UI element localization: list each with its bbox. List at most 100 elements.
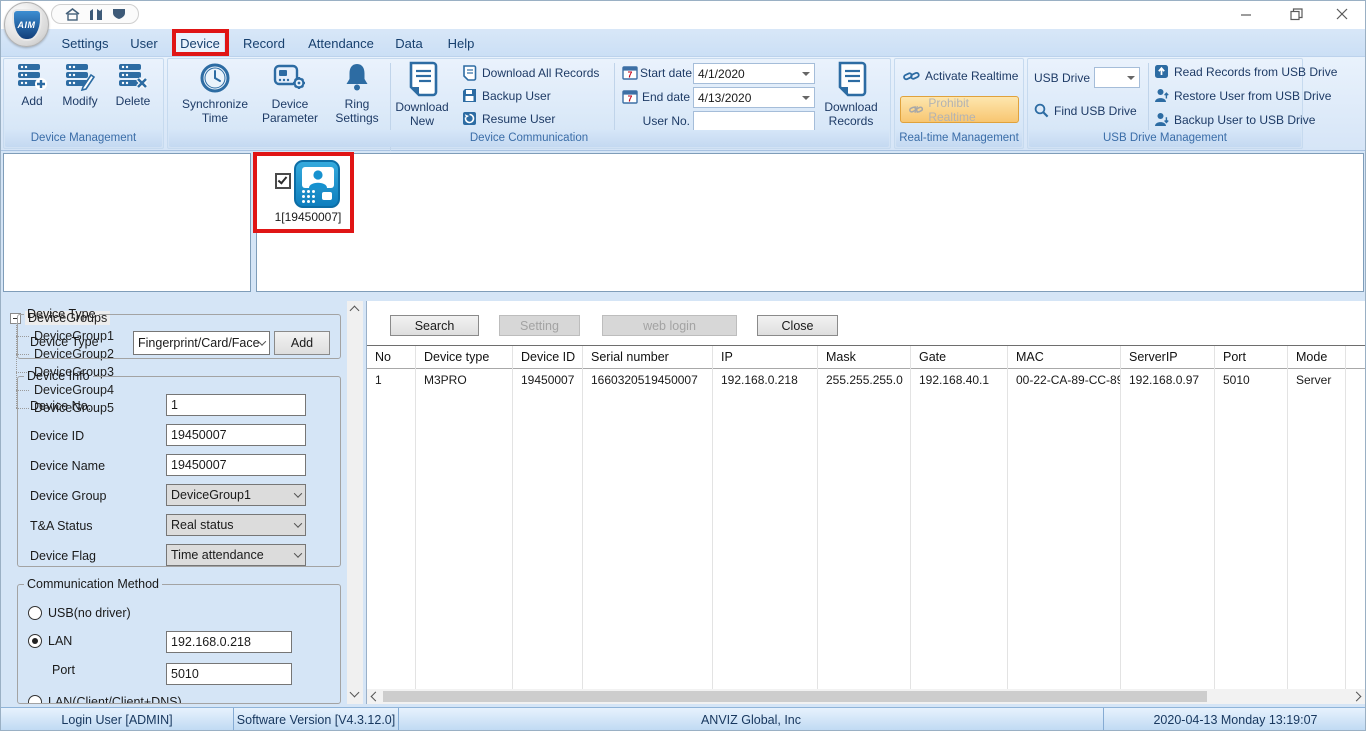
radio-lan-label: LAN	[48, 634, 72, 648]
radio-usb[interactable]	[28, 606, 42, 620]
col-gate[interactable]: Gate	[911, 346, 1007, 369]
device-no-input[interactable]	[166, 394, 306, 416]
download-all-records-button[interactable]: Download All Records	[462, 65, 599, 81]
tab-settings[interactable]: Settings	[55, 32, 115, 55]
minimize-button[interactable]	[1233, 3, 1259, 25]
table-horizontal-scrollbar[interactable]	[367, 689, 1366, 704]
synchronize-time-button[interactable]: Synchronize Time	[178, 62, 252, 125]
restore-user-usb-button[interactable]: Restore User from USB Drive	[1154, 88, 1331, 103]
end-date-combo[interactable]: 4/13/2020	[693, 87, 815, 108]
col-device-type[interactable]: Device type	[416, 346, 512, 369]
device-parameter-button[interactable]: Device Parameter	[252, 62, 328, 125]
radio-lan-client[interactable]	[28, 695, 42, 704]
tab-attendance[interactable]: Attendance	[306, 32, 376, 55]
scroll-up-icon[interactable]	[350, 306, 360, 316]
app-logo[interactable]: AIM	[4, 2, 49, 47]
device-type-group-title: Device Type	[24, 307, 99, 321]
tab-user[interactable]: User	[123, 32, 165, 55]
home-icon[interactable]	[65, 8, 80, 21]
scroll-left-icon[interactable]	[371, 692, 381, 702]
cell-mac[interactable]: 00-22-CA-89-CC-89	[1008, 369, 1120, 391]
quick-access-toolbar	[51, 4, 139, 24]
col-device-id[interactable]: Device ID	[513, 346, 582, 369]
restore-button[interactable]	[1283, 3, 1309, 25]
backup-user-usb-button[interactable]: Backup User to USB Drive	[1154, 112, 1315, 127]
radio-usb-label: USB(no driver)	[48, 606, 131, 620]
setting-button[interactable]: Setting	[499, 315, 580, 336]
search-button[interactable]: Search	[390, 315, 479, 336]
chevron-down-icon	[294, 489, 302, 497]
ribbon: Add Modify Delete Device Management Sync…	[1, 57, 1366, 151]
shield-icon[interactable]	[112, 8, 126, 20]
group-device-communication: Synchronize Time Device Parameter Ring S…	[167, 58, 891, 149]
modify-label: Modify	[62, 94, 97, 108]
col-serial-number[interactable]: Serial number	[583, 346, 712, 369]
web-login-button[interactable]: web login	[602, 315, 737, 336]
delete-device-button[interactable]: Delete	[110, 63, 156, 108]
port-input[interactable]	[166, 663, 292, 685]
usb-drive-combo[interactable]	[1094, 67, 1140, 88]
cell-ip[interactable]: 192.168.0.218	[713, 369, 817, 391]
device-info-group-title: Device Info	[24, 369, 93, 383]
device-flag-select[interactable]: Time attendance	[166, 544, 306, 566]
prohibit-realtime-button[interactable]: Prohibit Realtime	[900, 96, 1019, 123]
tab-help[interactable]: Help	[441, 32, 481, 55]
cell-device-id[interactable]: 19450007	[513, 369, 582, 391]
close-icon[interactable]	[1329, 3, 1355, 25]
find-usb-drive-button[interactable]: Find USB Drive	[1034, 103, 1137, 118]
col-ip[interactable]: IP	[713, 346, 817, 369]
group-title-device-communication: Device Communication	[169, 130, 889, 147]
read-records-usb-label: Read Records from USB Drive	[1174, 65, 1337, 79]
device-group-select[interactable]: DeviceGroup1	[166, 484, 306, 506]
close-button[interactable]: Close	[757, 315, 838, 336]
ta-status-select[interactable]: Real status	[166, 514, 306, 536]
activate-realtime-button[interactable]: Activate Realtime	[903, 69, 1018, 83]
col-port[interactable]: Port	[1215, 346, 1287, 369]
add-device-button[interactable]: Add	[12, 63, 52, 108]
server-add-icon	[17, 63, 47, 91]
radio-lan[interactable]	[28, 634, 42, 648]
cell-no[interactable]: 1	[367, 369, 415, 391]
svg-text:7: 7	[628, 70, 633, 80]
read-records-usb-button[interactable]: Read Records from USB Drive	[1154, 64, 1337, 79]
device-type-add-button[interactable]: Add	[274, 331, 330, 355]
user-no-input[interactable]	[693, 111, 815, 132]
group-device-management: Add Modify Delete Device Management	[3, 58, 164, 149]
download-records-button[interactable]: Download Records	[819, 61, 883, 128]
col-mask[interactable]: Mask	[818, 346, 910, 369]
activate-realtime-label: Activate Realtime	[925, 69, 1018, 83]
ring-settings-button[interactable]: Ring Settings	[328, 62, 386, 125]
device-id-input[interactable]	[166, 424, 306, 446]
col-serverip[interactable]: ServerIP	[1121, 346, 1214, 369]
col-no[interactable]: No	[367, 346, 415, 369]
lan-ip-input[interactable]	[166, 631, 292, 653]
device-type-select[interactable]: Fingerprint/Card/Face	[133, 331, 270, 355]
start-date-combo[interactable]: 4/1/2020	[693, 63, 815, 84]
tab-device[interactable]: Device	[176, 32, 224, 55]
modify-device-button[interactable]: Modify	[56, 63, 104, 108]
cell-device-type[interactable]: M3PRO	[416, 369, 512, 391]
device-item-label[interactable]: 1[19450007]	[265, 210, 351, 224]
cell-gate[interactable]: 192.168.40.1	[911, 369, 1007, 391]
cell-port[interactable]: 5010	[1215, 369, 1287, 391]
cell-mode[interactable]: Server	[1288, 369, 1345, 391]
col-mac[interactable]: MAC	[1008, 346, 1120, 369]
cell-mask[interactable]: 255.255.255.0	[818, 369, 910, 391]
device-terminal-icon[interactable]	[294, 160, 340, 208]
col-mode[interactable]: Mode	[1288, 346, 1345, 369]
scrollbar-thumb[interactable]	[383, 691, 1207, 702]
device-group-label: Device Group	[30, 489, 106, 503]
people-icon[interactable]	[89, 8, 103, 21]
status-software-version: Software Version [V4.3.12.0]	[234, 708, 399, 731]
scroll-down-icon[interactable]	[350, 688, 360, 698]
form-vertical-scrollbar[interactable]	[347, 301, 363, 704]
scroll-right-icon[interactable]	[1352, 692, 1362, 702]
cell-serial-number[interactable]: 1660320519450007	[583, 369, 712, 391]
device-checkbox[interactable]	[275, 173, 291, 189]
resume-user-button[interactable]: Resume User	[462, 111, 555, 126]
cell-serverip[interactable]: 192.168.0.97	[1121, 369, 1214, 391]
backup-user-button[interactable]: Backup User	[462, 88, 551, 103]
tab-data[interactable]: Data	[390, 32, 428, 55]
device-name-input[interactable]	[166, 454, 306, 476]
tab-record[interactable]: Record	[237, 32, 291, 55]
